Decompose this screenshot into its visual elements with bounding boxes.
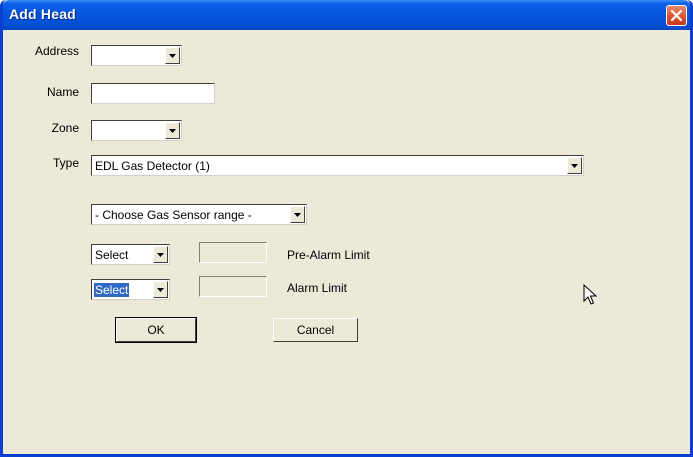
name-field[interactable] [91,83,215,104]
pre-alarm-limit-label: Pre-Alarm Limit [287,248,370,262]
chevron-down-icon [157,288,164,292]
close-button[interactable] [666,5,687,26]
chevron-down-icon [571,164,578,168]
pre-alarm-select-value: Select [95,248,129,262]
gas-sensor-range-dropdown-button[interactable] [290,206,305,223]
zone-dropdown[interactable] [91,120,182,141]
close-icon [671,10,682,21]
address-dropdown-button[interactable] [165,47,180,64]
alarm-dropdown-button[interactable] [153,281,168,298]
alarm-select-dropdown[interactable]: Select [91,279,170,300]
pre-alarm-select-dropdown[interactable]: Select [91,244,170,265]
alarm-limit-label: Alarm Limit [287,281,348,295]
type-label: Type [52,156,79,170]
chevron-down-icon [169,54,176,58]
cancel-button[interactable]: Cancel [273,318,358,342]
pre-alarm-limit-field [199,242,267,263]
name-label: Name [46,85,79,99]
chevron-down-icon [294,213,301,217]
zone-label: Zone [51,121,79,135]
address-label: Address [34,44,79,58]
pre-alarm-dropdown-button[interactable] [153,246,168,263]
gas-sensor-range-value: - Choose Gas Sensor range - [95,208,252,222]
type-dropdown-button[interactable] [567,157,582,174]
title-bar[interactable]: Add Head [3,0,690,30]
zone-dropdown-button[interactable] [165,122,180,139]
type-value: EDL Gas Detector (1) [95,159,210,173]
gas-sensor-range-dropdown[interactable]: - Choose Gas Sensor range - [91,204,307,225]
ok-button[interactable]: OK [115,317,197,343]
window-title: Add Head [9,6,76,22]
type-dropdown[interactable]: EDL Gas Detector (1) [91,155,584,176]
mouse-pointer-icon [583,284,597,305]
alarm-select-value: Select [94,283,130,297]
chevron-down-icon [169,129,176,133]
add-head-dialog: Add Head Address Name Zone Type EDL Gas … [0,0,693,457]
alarm-limit-field [199,276,267,297]
chevron-down-icon [157,253,164,257]
address-dropdown[interactable] [91,45,182,66]
